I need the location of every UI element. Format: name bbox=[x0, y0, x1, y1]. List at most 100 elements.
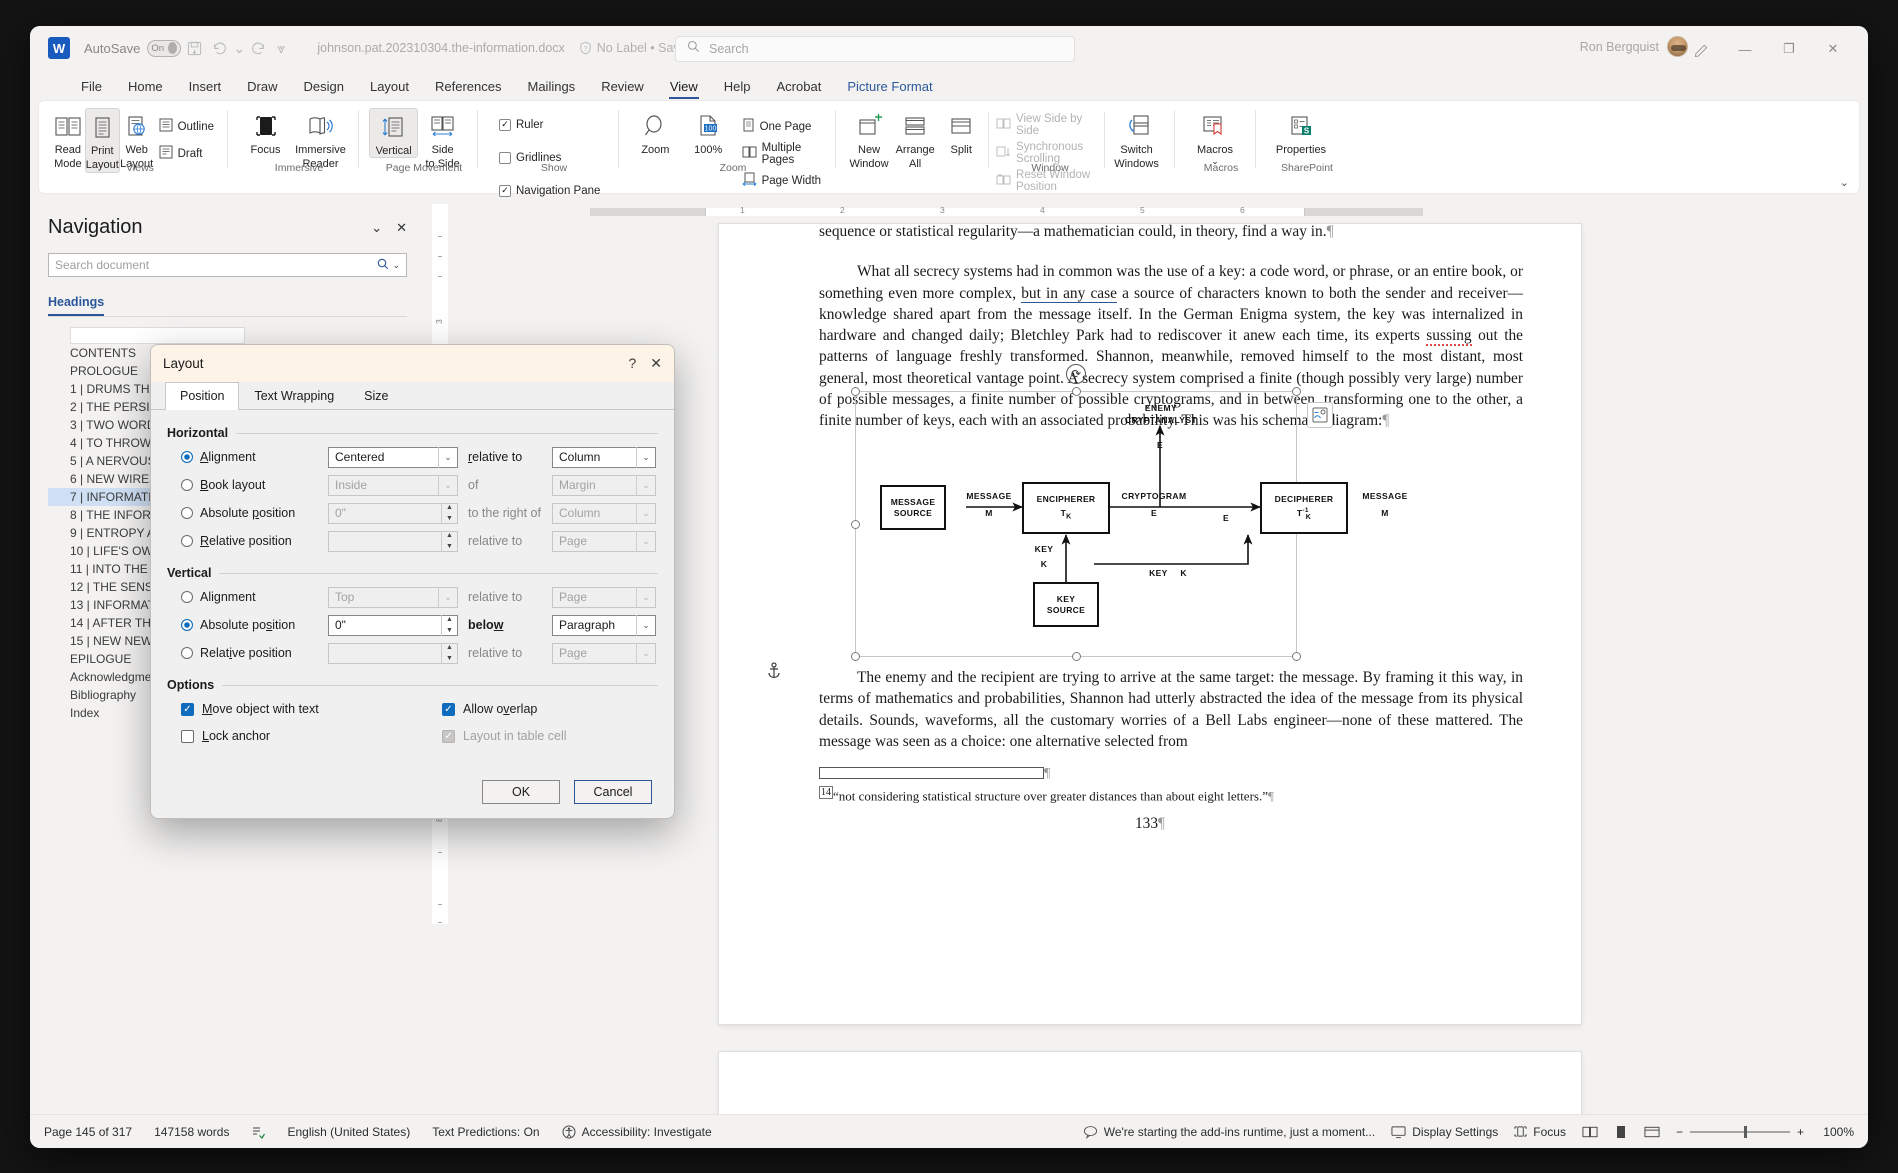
tab-view[interactable]: View bbox=[657, 76, 711, 100]
chevron-down-icon[interactable]: ⌄ bbox=[636, 615, 655, 636]
zoom-slider[interactable]: − + bbox=[1676, 1125, 1804, 1139]
checkbox-icon[interactable] bbox=[181, 730, 194, 743]
draft-button[interactable]: Draft bbox=[156, 143, 217, 164]
picture-selection-box[interactable]: MESSAGE SOURCE ENCIPHERER TK DECIPHERER bbox=[855, 391, 1297, 657]
zoom-button[interactable]: Zoom bbox=[629, 108, 682, 156]
layout-options-button[interactable] bbox=[1307, 402, 1333, 428]
horizontal-alignment-radio[interactable] bbox=[181, 451, 193, 463]
horizontal-booklayout-radio[interactable] bbox=[181, 479, 193, 491]
document-name[interactable]: johnson.pat.202310304.the-information.do… bbox=[317, 41, 564, 55]
ribbon-display-options-icon[interactable] bbox=[1680, 34, 1722, 64]
minimize-button[interactable]: — bbox=[1724, 34, 1766, 64]
multiple-pages-button[interactable]: Multiple Pages bbox=[739, 143, 825, 164]
close-button[interactable]: ✕ bbox=[1812, 34, 1854, 64]
navigation-search-input[interactable]: Search document ⌄ bbox=[48, 253, 407, 277]
new-window-button[interactable]: New Window bbox=[846, 108, 892, 171]
dialog-help-button[interactable]: ? bbox=[628, 355, 636, 372]
tab-review[interactable]: Review bbox=[588, 76, 657, 100]
navigation-item-active-edit[interactable] bbox=[70, 327, 245, 344]
tab-home[interactable]: Home bbox=[115, 76, 176, 100]
status-display-settings[interactable]: Display Settings bbox=[1391, 1125, 1498, 1139]
checkbox-icon[interactable]: ✓ bbox=[442, 703, 455, 716]
move-object-with-text-row[interactable]: ✓ Move object with text bbox=[181, 699, 412, 719]
layout-dialog[interactable]: Layout ? ✕ Position Text Wrapping Size H… bbox=[150, 344, 675, 819]
document-page[interactable]: sequence or statistical regularity—a mat… bbox=[719, 224, 1581, 1024]
properties-button[interactable]: S Properties bbox=[1266, 108, 1336, 156]
zoom-in-button[interactable]: + bbox=[1797, 1125, 1804, 1139]
horizontal-absolute-radio[interactable] bbox=[181, 507, 193, 519]
horizontal-ruler[interactable]: 1 2 3 4 5 6 bbox=[450, 204, 1868, 220]
vertical-alignment-radio[interactable] bbox=[181, 591, 193, 603]
spinner-buttons[interactable]: ▲▼ bbox=[441, 615, 457, 636]
lock-anchor-row[interactable]: Lock anchor bbox=[181, 726, 412, 746]
tab-picture-format[interactable]: Picture Format bbox=[834, 76, 945, 100]
vertical-relative-radio[interactable] bbox=[181, 647, 193, 659]
view-button-web-layout[interactable] bbox=[1644, 1125, 1660, 1139]
redo-icon[interactable] bbox=[245, 35, 271, 61]
tab-help[interactable]: Help bbox=[711, 76, 764, 100]
search-input[interactable]: Search bbox=[675, 36, 1075, 62]
save-icon[interactable] bbox=[181, 35, 207, 61]
tab-draw[interactable]: Draw bbox=[234, 76, 290, 100]
document-page-next[interactable] bbox=[719, 1052, 1581, 1114]
account-area[interactable]: Ron Bergquist bbox=[1580, 36, 1688, 57]
zoom-100-button[interactable]: 100 100% bbox=[682, 108, 735, 156]
ruler-checkbox[interactable]: ✓ Ruler bbox=[496, 114, 603, 135]
macros-button[interactable]: Macros ⌄ bbox=[1185, 108, 1245, 166]
horizontal-alignment-combo[interactable]: Centered ⌄ bbox=[328, 447, 458, 468]
doc-p1-hyperlink[interactable]: but in any case bbox=[1021, 285, 1117, 303]
status-language[interactable]: English (United States) bbox=[287, 1125, 410, 1139]
doc-p1-misspelled-word[interactable]: sussing bbox=[1426, 327, 1471, 346]
status-text-predictions[interactable]: Text Predictions: On bbox=[432, 1125, 539, 1139]
spinner-up-icon[interactable]: ▲ bbox=[442, 615, 457, 626]
tab-references[interactable]: References bbox=[422, 76, 514, 100]
dialog-tab-text-wrapping[interactable]: Text Wrapping bbox=[239, 382, 349, 409]
cancel-button[interactable]: Cancel bbox=[574, 780, 652, 804]
undo-dropdown-icon[interactable]: ⌄ bbox=[233, 35, 245, 61]
undo-icon[interactable] bbox=[207, 35, 233, 61]
tab-acrobat[interactable]: Acrobat bbox=[764, 76, 835, 100]
allow-overlap-row[interactable]: ✓ Allow overlap bbox=[442, 699, 673, 719]
tab-design[interactable]: Design bbox=[291, 76, 357, 100]
vertical-absolute-radio[interactable] bbox=[181, 619, 193, 631]
dialog-tab-position[interactable]: Position bbox=[165, 382, 239, 410]
vertical-absolute-spinner[interactable]: 0" ▲▼ bbox=[328, 615, 458, 636]
zoom-track[interactable] bbox=[1690, 1131, 1790, 1133]
status-proofing[interactable] bbox=[251, 1125, 265, 1139]
checkbox-icon[interactable]: ✓ bbox=[181, 703, 194, 716]
focus-button[interactable]: Focus bbox=[238, 108, 293, 156]
restore-button[interactable]: ❐ bbox=[1768, 34, 1810, 64]
view-button-print-layout[interactable] bbox=[1614, 1125, 1628, 1139]
spinner-down-icon[interactable]: ▼ bbox=[442, 625, 457, 636]
navigation-pane-checkbox[interactable]: ✓ Navigation Pane bbox=[496, 180, 603, 201]
one-page-button[interactable]: One Page bbox=[739, 116, 825, 137]
zoom-knob[interactable] bbox=[1744, 1126, 1747, 1138]
horizontal-relative-radio[interactable] bbox=[181, 535, 193, 547]
status-page[interactable]: Page 145 of 317 bbox=[44, 1125, 132, 1139]
tab-layout[interactable]: Layout bbox=[357, 76, 422, 100]
status-accessibility[interactable]: Accessibility: Investigate bbox=[562, 1125, 712, 1139]
search-icon[interactable] bbox=[377, 258, 389, 273]
dialog-tab-size[interactable]: Size bbox=[349, 382, 403, 409]
navigation-close-icon[interactable]: ✕ bbox=[396, 220, 407, 236]
customize-toolbar-icon[interactable]: ⩔ bbox=[271, 35, 291, 61]
tab-file[interactable]: File bbox=[68, 76, 115, 100]
autosave-toggle[interactable]: On bbox=[147, 40, 181, 57]
ok-button[interactable]: OK bbox=[482, 780, 560, 804]
search-options-chevron-icon[interactable]: ⌄ bbox=[392, 260, 400, 271]
status-focus[interactable]: Focus bbox=[1514, 1125, 1566, 1139]
navigation-chevron-icon[interactable]: ⌄ bbox=[371, 220, 382, 236]
autosave-control[interactable]: AutoSave On bbox=[84, 40, 181, 57]
tab-insert[interactable]: Insert bbox=[176, 76, 235, 100]
view-button-read-mode[interactable] bbox=[1582, 1125, 1598, 1139]
split-button[interactable]: Split bbox=[938, 108, 984, 156]
status-words[interactable]: 147158 words bbox=[154, 1125, 229, 1139]
horizontal-alignment-relative-combo[interactable]: Column ⌄ bbox=[552, 447, 656, 468]
dialog-close-button[interactable]: ✕ bbox=[650, 355, 662, 372]
zoom-level-label[interactable]: 100% bbox=[1820, 1125, 1854, 1139]
tab-mailings[interactable]: Mailings bbox=[515, 76, 589, 100]
vertical-button[interactable]: Vertical bbox=[369, 108, 418, 158]
zoom-out-button[interactable]: − bbox=[1676, 1125, 1683, 1139]
chevron-down-icon[interactable]: ⌄ bbox=[636, 447, 655, 468]
rotate-handle[interactable]: ⟳ bbox=[1066, 364, 1086, 384]
